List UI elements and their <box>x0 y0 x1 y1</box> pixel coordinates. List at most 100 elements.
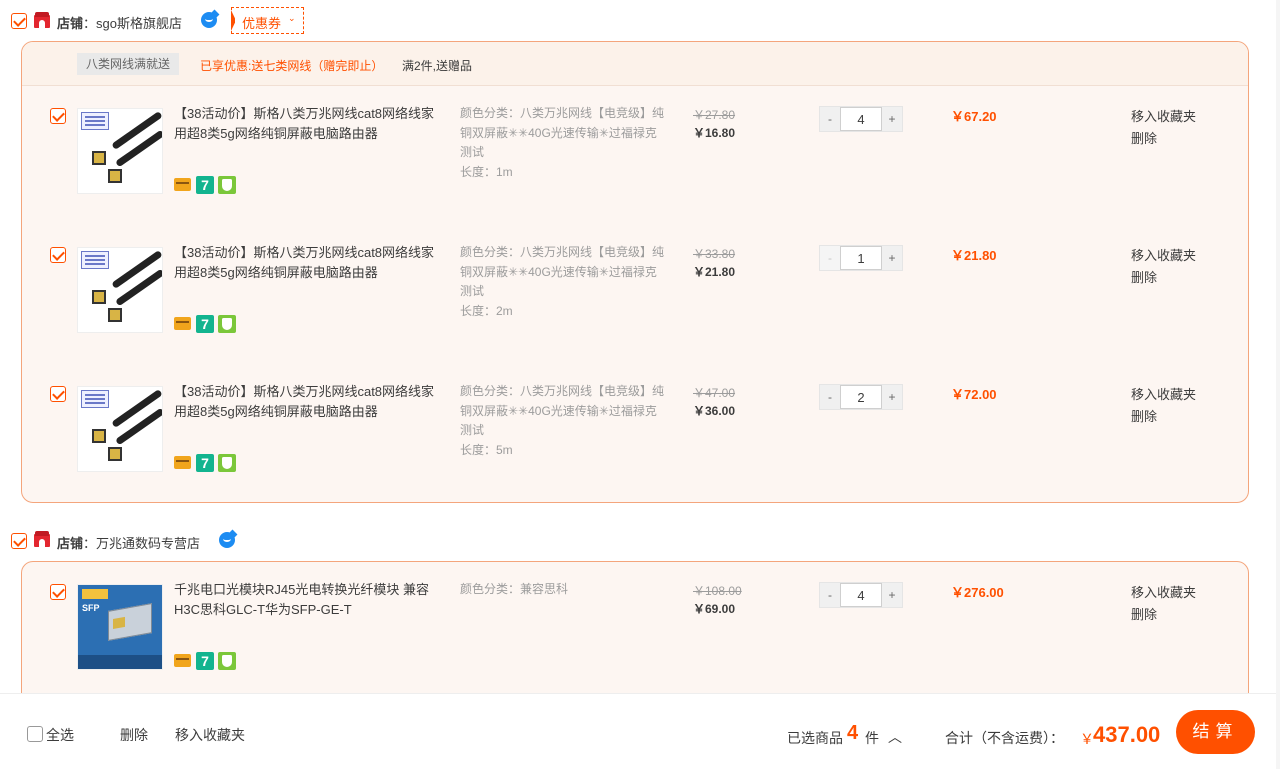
chat-icon[interactable] <box>218 531 236 549</box>
quantity-increase-button[interactable]: + <box>882 107 902 131</box>
product-title[interactable]: 【38活动价】斯格八类万兆网线cat8网络线家用超8类5g网络纯铜屏蔽电脑路由器 <box>174 382 436 422</box>
product-spec: 颜色分类：八类万兆网线【电竞级】纯铜双屏蔽✳✳40G光速传输✳过福禄克测试 长度… <box>460 243 668 321</box>
spec-color: 颜色分类：八类万兆网线【电竞级】纯铜双屏蔽✳✳40G光速传输✳过福禄克测试 <box>460 384 665 437</box>
quantity-input[interactable] <box>840 385 882 409</box>
spec-color: 颜色分类：兼容思科 <box>460 582 569 596</box>
item-ops: 移入收藏夹 删除 <box>1131 106 1196 150</box>
batch-delete-link[interactable]: 删除 <box>120 725 148 745</box>
credit-card-icon <box>174 456 191 469</box>
delete-item-link[interactable]: 删除 <box>1131 128 1196 150</box>
quantity-increase-button[interactable]: + <box>882 385 902 409</box>
original-price: ￥47.00 <box>693 386 736 400</box>
quantity-stepper: - + <box>819 245 903 271</box>
product-spec: 颜色分类：八类万兆网线【电竞级】纯铜双屏蔽✳✳40G光速传输✳过福禄克测试 长度… <box>460 382 668 460</box>
quantity-decrease-button[interactable]: - <box>820 246 840 270</box>
move-to-favorites-link[interactable]: 移入收藏夹 <box>1131 106 1196 128</box>
quantity-increase-button[interactable]: + <box>882 583 902 607</box>
item-checkbox[interactable] <box>50 247 66 263</box>
product-image[interactable]: SFP <box>77 584 163 670</box>
cart-page: 店铺：sgo斯格旗舰店 优惠券 ⌄ 八类网线满就送 已享优惠:送七类网线（赠完即… <box>0 0 1280 769</box>
scrollbar[interactable] <box>1276 0 1280 769</box>
cart-item: 【38活动价】斯格八类万兆网线cat8网络线家用超8类5g网络纯铜屏蔽电脑路由器… <box>22 86 1248 216</box>
spec-length: 长度：2m <box>460 303 513 318</box>
product-spec: 颜色分类：兼容思科 <box>460 580 668 600</box>
item-subtotal: ￥67.20 <box>951 109 997 124</box>
chat-icon[interactable] <box>200 11 218 29</box>
unit-price: ￥36.00 <box>693 404 736 418</box>
credit-card-icon <box>174 317 191 330</box>
promo-highlight: 已享优惠:送七类网线（赠完即止） <box>200 59 384 73</box>
selected-count: 4 <box>847 722 859 744</box>
item-subtotal: ￥21.80 <box>951 248 997 263</box>
item-checkbox[interactable] <box>50 386 66 402</box>
select-all-label[interactable]: 全选 <box>46 725 74 745</box>
product-image[interactable] <box>77 247 163 333</box>
promo-note: 满2件,送赠品 <box>402 59 473 73</box>
quantity-decrease-button[interactable]: - <box>820 385 840 409</box>
seven-day-return-icon: 7 <box>196 652 214 670</box>
batch-move-to-favorites-link[interactable]: 移入收藏夹 <box>175 725 245 745</box>
select-all-checkbox[interactable] <box>27 726 43 742</box>
original-price: ￥108.00 <box>693 584 742 598</box>
shield-icon <box>218 454 236 472</box>
shield-icon <box>218 176 236 194</box>
original-price: ￥27.80 <box>693 108 736 122</box>
cart-item: 【38活动价】斯格八类万兆网线cat8网络线家用超8类5g网络纯铜屏蔽电脑路由器… <box>22 364 1248 494</box>
product-title[interactable]: 千兆电口光模块RJ45光电转换光纤模块 兼容H3C思科GLC-T华为SFP-GE… <box>174 580 436 620</box>
seven-day-return-icon: 7 <box>196 315 214 333</box>
promo-tag: 八类网线满就送 <box>77 53 180 75</box>
shop-checkbox[interactable] <box>11 13 27 29</box>
shield-icon <box>218 315 236 333</box>
delete-item-link[interactable]: 删除 <box>1131 267 1196 289</box>
move-to-favorites-link[interactable]: 移入收藏夹 <box>1131 384 1196 406</box>
spec-color: 颜色分类：八类万兆网线【电竞级】纯铜双屏蔽✳✳40G光速传输✳过福禄克测试 <box>460 106 665 159</box>
original-price: ￥33.80 <box>693 247 736 261</box>
shield-icon <box>218 652 236 670</box>
total-amount: 437.00 <box>1093 722 1161 747</box>
unit-price: ￥69.00 <box>693 602 736 616</box>
shop-checkbox[interactable] <box>11 533 27 549</box>
item-ops: 移入收藏夹 删除 <box>1131 245 1196 289</box>
selected-unit: 件 <box>865 730 879 746</box>
seven-day-return-icon: 7 <box>196 176 214 194</box>
checkout-button[interactable]: 结算 <box>1176 710 1255 754</box>
shop-label: 店铺：万兆通数码专营店 <box>57 533 200 552</box>
chevron-up-icon[interactable]: ︿ <box>888 727 902 747</box>
chevron-down-icon: ⌄ <box>288 13 296 23</box>
quantity-input[interactable] <box>840 583 882 607</box>
quantity-input[interactable] <box>840 246 882 270</box>
product-image[interactable] <box>77 386 163 472</box>
shop-label-prefix: 店铺 <box>57 16 84 31</box>
quantity-stepper: - + <box>819 582 903 608</box>
delete-item-link[interactable]: 删除 <box>1131 406 1196 428</box>
shop-name[interactable]: sgo斯格旗舰店 <box>96 16 182 31</box>
shop-label: 店铺：sgo斯格旗舰店 <box>57 13 182 32</box>
quantity-stepper: - + <box>819 384 903 410</box>
quantity-stepper: - + <box>819 106 903 132</box>
unit-price: ￥21.80 <box>693 265 736 279</box>
product-image[interactable] <box>77 108 163 194</box>
item-checkbox[interactable] <box>50 584 66 600</box>
thumb-title: SFP <box>82 603 100 613</box>
product-title[interactable]: 【38活动价】斯格八类万兆网线cat8网络线家用超8类5g网络纯铜屏蔽电脑路由器 <box>174 104 436 144</box>
total-label: 合计（不含运费）： <box>945 730 1064 746</box>
quantity-decrease-button[interactable]: - <box>820 107 840 131</box>
item-subtotal: ￥276.00 <box>951 585 1004 600</box>
credit-card-icon <box>174 654 191 667</box>
coupon-button[interactable]: 优惠券 ⌄ <box>231 7 304 34</box>
checkout-bar: 全选 删除 移入收藏夹 已选商品 4 件 ︿ 合计（不含运费）： ￥ 437.0… <box>0 693 1280 769</box>
seven-day-return-icon: 7 <box>196 454 214 472</box>
delete-item-link[interactable]: 删除 <box>1131 604 1196 626</box>
product-title[interactable]: 【38活动价】斯格八类万兆网线cat8网络线家用超8类5g网络纯铜屏蔽电脑路由器 <box>174 243 436 283</box>
quantity-increase-button[interactable]: + <box>882 246 902 270</box>
item-checkbox[interactable] <box>50 108 66 124</box>
move-to-favorites-link[interactable]: 移入收藏夹 <box>1131 245 1196 267</box>
quantity-input[interactable] <box>840 107 882 131</box>
move-to-favorites-link[interactable]: 移入收藏夹 <box>1131 582 1196 604</box>
selected-label: 已选商品 <box>787 730 843 746</box>
credit-card-icon <box>174 178 191 191</box>
quantity-decrease-button[interactable]: - <box>820 583 840 607</box>
spec-length: 长度：5m <box>460 442 513 457</box>
shop-name[interactable]: 万兆通数码专营店 <box>96 536 200 551</box>
shop-label-colon: ： <box>83 16 97 31</box>
